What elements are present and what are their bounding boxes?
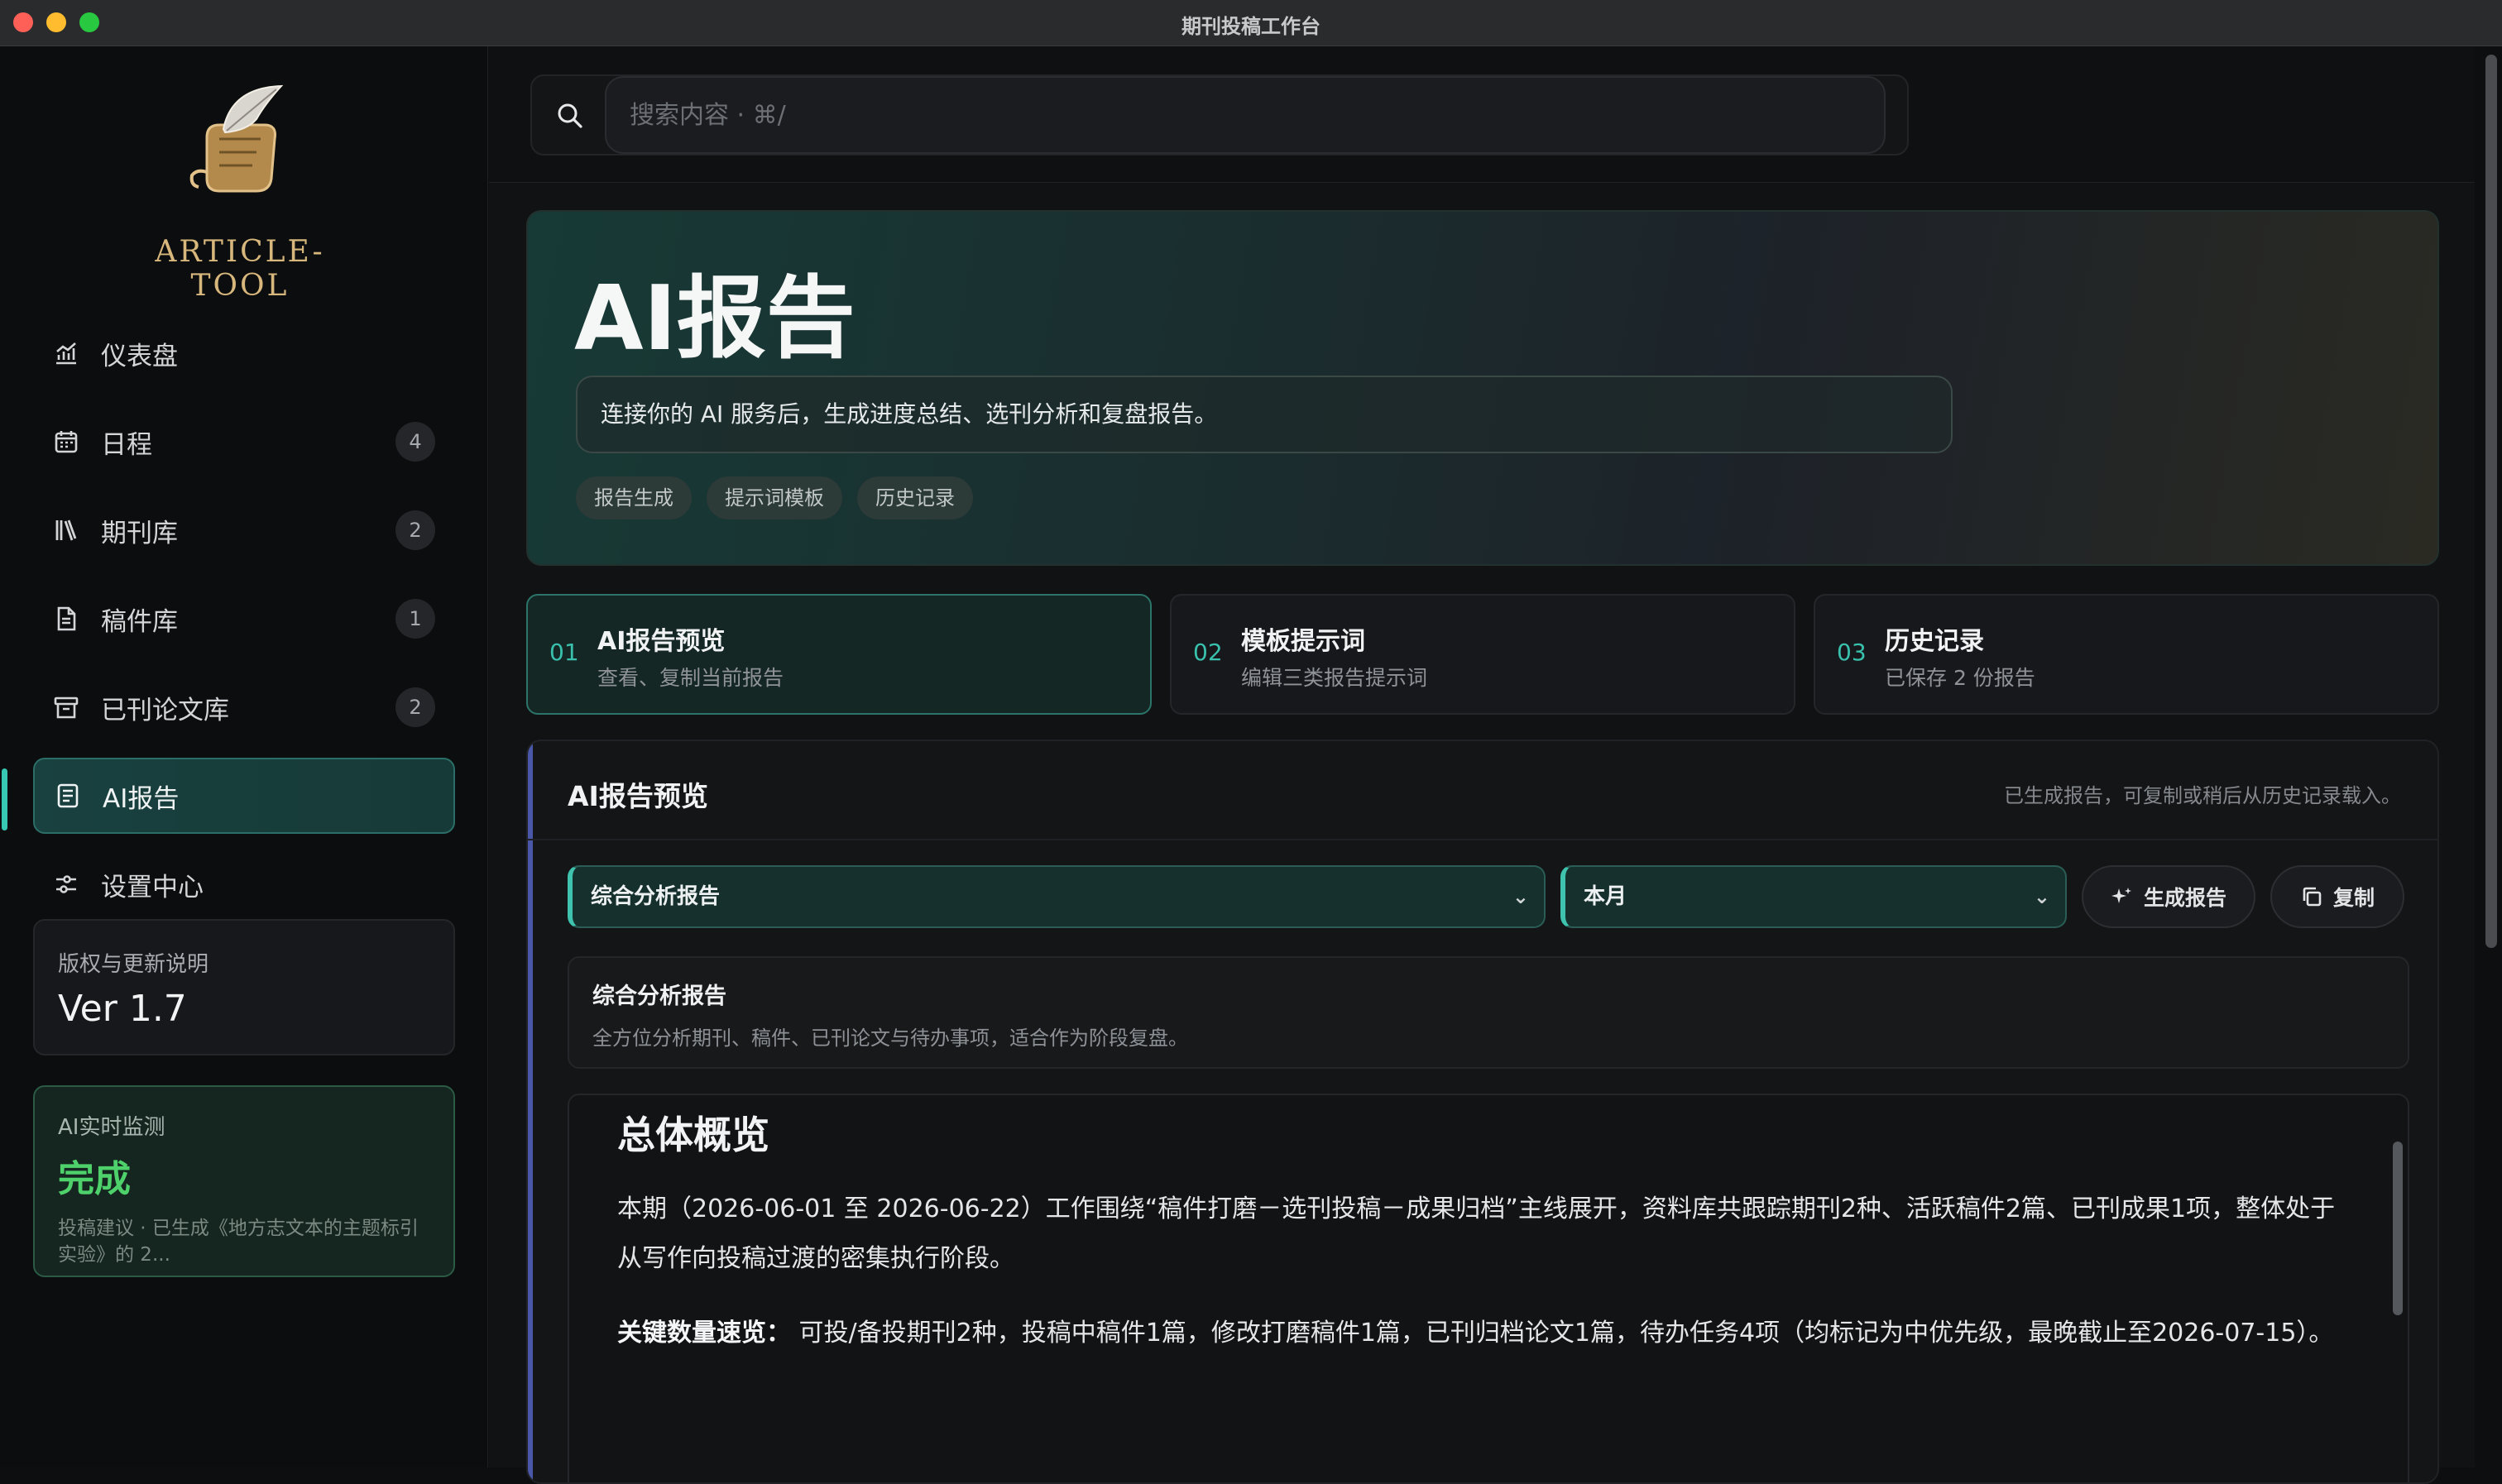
- report-scrollbar[interactable]: [2393, 1142, 2403, 1315]
- search-icon[interactable]: [555, 101, 585, 131]
- report-body: 总体概览 本期（2026-06-01 至 2026-06-22）工作围绕“稿件打…: [617, 1105, 2338, 1358]
- chevron-down-icon: ⌄: [1512, 885, 1529, 908]
- sidebar-item-schedule[interactable]: 日程 4: [33, 404, 455, 480]
- step-title: 模板提示词: [1241, 627, 1365, 656]
- info-title: 综合分析报告: [592, 984, 726, 1009]
- sidebar-item-label: 期刊库: [101, 518, 178, 548]
- sidebar-item-dashboard[interactable]: 仪表盘: [33, 315, 455, 391]
- copy-icon: [2303, 887, 2322, 907]
- hero-banner: AI报告 连接你的 AI 服务后，生成进度总结、选刊分析和复盘报告。 报告生成 …: [526, 210, 2439, 566]
- copy-label: 复制: [2332, 886, 2375, 910]
- sidebar-item-label: 稿件库: [101, 606, 178, 637]
- document-icon: [51, 604, 81, 634]
- settings-icon: [51, 869, 81, 899]
- count-badge: 1: [395, 599, 435, 639]
- main-content: AI报告 连接你的 AI 服务后，生成进度总结、选刊分析和复盘报告。 报告生成 …: [489, 46, 2475, 1484]
- count-badge: 2: [395, 510, 435, 550]
- search-bar: [530, 74, 1909, 156]
- sidebar-item-label: 日程: [101, 429, 152, 460]
- step-number: 02: [1193, 639, 1223, 666]
- sidebar-item-settings[interactable]: 设置中心: [33, 846, 455, 922]
- window-title: 期刊投稿工作台: [1182, 15, 1320, 38]
- tab-history[interactable]: 03 历史记录 已保存 2 份报告: [1814, 594, 2439, 715]
- count-badge: 2: [395, 687, 435, 727]
- logo-text: ARTICLE-TOOL: [155, 235, 325, 303]
- monitor-description: 投稿建议 · 已生成《地方志文本的主题标引实验》的 2...: [58, 1218, 419, 1266]
- report-paragraph: 关键数量速览： 可投/备投期刊2种，投稿中稿件1篇，修改打磨稿件1篇，已刊归档论…: [617, 1309, 2338, 1358]
- panel-accent-bar: [528, 741, 533, 1482]
- period-value: 本月: [1584, 884, 1627, 909]
- step-number: 01: [549, 639, 579, 666]
- version-number: Ver 1.7: [58, 988, 187, 1030]
- report-key-label: 关键数量速览：: [617, 1319, 791, 1348]
- tag-prompt-templates[interactable]: 提示词模板: [707, 476, 842, 519]
- report-type-select[interactable]: 综合分析报告 ⌄: [568, 865, 1546, 928]
- panel-note: 已生成报告，可复制或稍后从历史记录载入。: [2004, 784, 2401, 807]
- step-subtitle: 编辑三类报告提示词: [1241, 666, 1428, 690]
- info-description: 全方位分析期刊、稿件、已刊论文与待办事项，适合作为阶段复盘。: [592, 1027, 1188, 1050]
- sidebar-item-label: 已刊论文库: [101, 695, 229, 725]
- top-bar: [489, 46, 2475, 183]
- quill-scroll-logo-icon: [189, 84, 284, 193]
- count-badge: 4: [395, 422, 435, 462]
- sidebar-item-published[interactable]: 已刊论文库 2: [33, 669, 455, 745]
- report-preview-panel: AI报告预览 已生成报告，可复制或稍后从历史记录载入。 综合分析报告 ⌄ 本月 …: [526, 740, 2439, 1484]
- step-title: 历史记录: [1885, 627, 1984, 656]
- books-icon: [51, 515, 81, 545]
- calendar-icon: [51, 427, 81, 457]
- tag-history[interactable]: 历史记录: [857, 476, 973, 519]
- version-card-label: 版权与更新说明: [58, 952, 209, 977]
- window-titlebar: 期刊投稿工作台: [0, 0, 2502, 46]
- ai-monitor-card[interactable]: AI实时监测 完成 投稿建议 · 已生成《地方志文本的主题标引实验》的 2...: [33, 1085, 455, 1277]
- sidebar-item-label: AI报告: [103, 783, 180, 814]
- monitor-status: 完成: [58, 1158, 131, 1200]
- sidebar-item-label: 设置中心: [101, 872, 204, 902]
- report-type-info: 综合分析报告 全方位分析期刊、稿件、已刊论文与待办事项，适合作为阶段复盘。: [568, 956, 2409, 1069]
- panel-title: AI报告预览: [568, 780, 708, 812]
- search-input[interactable]: [605, 76, 1886, 154]
- panel-header: AI报告预览 已生成报告，可复制或稍后从历史记录载入。: [528, 741, 2437, 840]
- archive-icon: [51, 692, 81, 722]
- active-indicator: [2, 768, 7, 831]
- period-select[interactable]: 本月 ⌄: [1560, 865, 2067, 928]
- step-tabs: 01 AI报告预览 查看、复制当前报告 02 模板提示词 编辑三类报告提示词 0…: [526, 594, 2439, 715]
- tab-template-prompts[interactable]: 02 模板提示词 编辑三类报告提示词: [1170, 594, 1795, 715]
- tag-report-generation[interactable]: 报告生成: [576, 476, 692, 519]
- step-title: AI报告预览: [597, 627, 726, 656]
- step-subtitle: 已保存 2 份报告: [1885, 666, 2035, 690]
- report-content[interactable]: 总体概览 本期（2026-06-01 至 2026-06-22）工作围绕“稿件打…: [568, 1094, 2409, 1482]
- page-title: AI报告: [574, 267, 856, 371]
- hero-tags: 报告生成 提示词模板 历史记录: [576, 476, 973, 519]
- report-type-value: 综合分析报告: [591, 884, 721, 909]
- generate-report-label: 生成报告: [2143, 886, 2226, 910]
- window-scrollbar[interactable]: [2485, 55, 2497, 948]
- chart-icon: [51, 338, 81, 368]
- sparkle-icon: [2111, 888, 2131, 903]
- sidebar: ARTICLE-TOOL 仪表盘 日程 4 期刊库 2 稿件库 1 已刊论文库 …: [0, 46, 488, 1467]
- version-card[interactable]: 版权与更新说明 Ver 1.7: [33, 919, 455, 1056]
- report-paragraph: 本期（2026-06-01 至 2026-06-22）工作围绕“稿件打磨－选刊投…: [617, 1194, 2336, 1273]
- monitor-label: AI实时监测: [58, 1115, 165, 1140]
- sidebar-item-label: 仪表盘: [101, 341, 178, 371]
- report-icon: [53, 781, 83, 811]
- sidebar-item-ai-report[interactable]: AI报告: [33, 758, 455, 834]
- page-description: 连接你的 AI 服务后，生成进度总结、选刊分析和复盘报告。: [576, 376, 1953, 453]
- chevron-down-icon: ⌄: [2033, 885, 2050, 908]
- sidebar-nav: 仪表盘 日程 4 期刊库 2 稿件库 1 已刊论文库 2 AI报告 设置中心: [33, 315, 455, 935]
- generate-report-button[interactable]: 生成报告: [2082, 865, 2255, 928]
- step-number: 03: [1837, 639, 1867, 666]
- app-logo[interactable]: ARTICLE-TOOL: [116, 79, 364, 303]
- report-heading: 总体概览: [617, 1113, 769, 1157]
- sidebar-item-journals[interactable]: 期刊库 2: [33, 492, 455, 568]
- report-controls: 综合分析报告 ⌄ 本月 ⌄ 生成报告 复制: [568, 865, 2409, 928]
- step-subtitle: 查看、复制当前报告: [597, 666, 784, 690]
- sidebar-item-manuscripts[interactable]: 稿件库 1: [33, 581, 455, 657]
- tab-report-preview[interactable]: 01 AI报告预览 查看、复制当前报告: [526, 594, 1152, 715]
- copy-button[interactable]: 复制: [2270, 865, 2404, 928]
- report-key-text: 可投/备投期刊2种，投稿中稿件1篇，修改打磨稿件1篇，已刊归档论文1篇，待办任务…: [798, 1319, 2334, 1348]
